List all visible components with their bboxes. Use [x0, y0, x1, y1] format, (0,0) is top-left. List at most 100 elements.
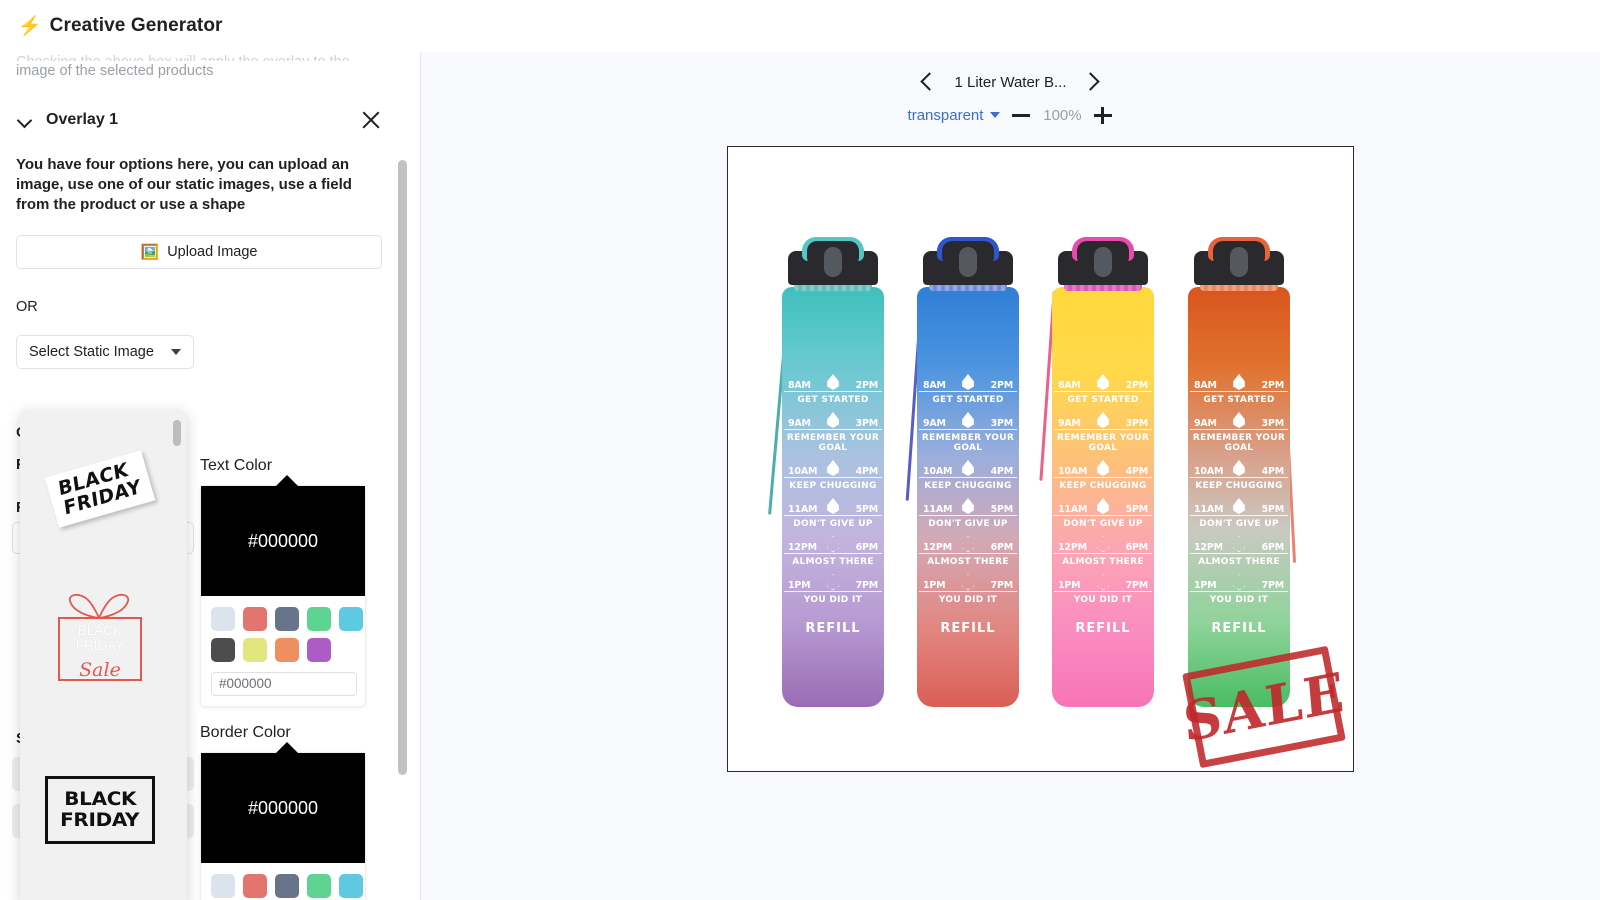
select-static-image-dropdown[interactable]: Select Static Image: [16, 335, 194, 369]
water-drop-icon: [1233, 412, 1245, 428]
bottle-time-markings: 8AM 2PM GET STARTED 9AM 3PM REMEMBER YOUR …: [1190, 374, 1288, 636]
preview-canvas[interactable]: 8AM 2PM GET STARTED 9AM 3PM REMEMBER YOUR …: [727, 146, 1354, 772]
mark-right: 2PM: [1261, 380, 1285, 391]
water-drop-icon: [1233, 460, 1245, 476]
static-image-option-black-friday-gift[interactable]: BLACK FRIDAY Sale: [20, 573, 180, 723]
swatch-red[interactable]: [243, 607, 267, 631]
static-image-option-black-friday-boxed[interactable]: BLACK FRIDAY: [20, 735, 180, 885]
overlay-hint-line2: image of the selected products: [16, 63, 214, 79]
mark-left: 10AM: [923, 466, 953, 477]
static-image-option-black-friday-tag[interactable]: BLACK FRIDAY: [20, 416, 180, 561]
water-drop-icon: [1097, 536, 1109, 552]
overlay-description: You have four options here, you can uplo…: [16, 156, 352, 213]
swatch-slate[interactable]: [275, 874, 299, 898]
select-static-image-label: Select Static Image: [29, 344, 154, 360]
mark-right: 3PM: [855, 418, 879, 429]
mark-caption: ALMOST THERE: [1198, 557, 1280, 567]
zoom-in-button[interactable]: [1093, 105, 1113, 125]
mark-left: 10AM: [1194, 466, 1224, 477]
swatch-red[interactable]: [243, 874, 267, 898]
swatch-dark-gray[interactable]: [211, 638, 235, 662]
mark-caption: REMEMBER YOUR GOAL: [786, 433, 880, 453]
color-card-pointer: [275, 475, 299, 487]
mark-caption: YOU DID IT: [1073, 595, 1133, 605]
border-color-label: Border Color: [200, 724, 291, 741]
border-color-preview[interactable]: #000000: [201, 753, 365, 863]
bottle-latch: [959, 247, 977, 277]
mark-left: 12PM: [788, 542, 817, 553]
bottle-time-markings: 8AM 2PM GET STARTED 9AM 3PM REMEMBER YOUR …: [919, 374, 1017, 636]
mark-right: 7PM: [1125, 580, 1149, 591]
mark-caption: GET STARTED: [932, 395, 1004, 405]
chevron-left-icon[interactable]: [917, 70, 939, 94]
preview-product-nav: 1 Liter Water B...: [421, 67, 1600, 97]
mark-caption: DON'T GIVE UP: [928, 519, 1008, 529]
text-color-swatches: [201, 596, 365, 662]
upload-image-button[interactable]: 🖼️ Upload Image: [16, 235, 382, 269]
mark-right: 3PM: [1261, 418, 1285, 429]
zoom-out-button[interactable]: [1011, 105, 1031, 125]
mark-left: 12PM: [1058, 542, 1087, 553]
text-color-preview[interactable]: #000000: [201, 486, 365, 596]
close-icon[interactable]: [358, 107, 384, 133]
swatch-light-blue[interactable]: [211, 607, 235, 631]
preview-toolbar: transparent 100%: [421, 102, 1600, 128]
mark-right: 7PM: [990, 580, 1014, 591]
settings-panel-scrollbar[interactable]: [398, 160, 407, 775]
swatch-orange[interactable]: [275, 638, 299, 662]
mark-left: 8AM: [788, 380, 811, 391]
water-drop-icon: [827, 498, 839, 514]
mark-left: 11AM: [1058, 504, 1088, 515]
text-color-hex-input[interactable]: #000000: [211, 672, 357, 696]
mark-right: 2PM: [990, 380, 1014, 391]
swatch-green[interactable]: [307, 607, 331, 631]
page-title: Creative Generator: [49, 15, 223, 36]
water-drop-icon: [1233, 536, 1245, 552]
refill-label: REFILL: [940, 621, 996, 636]
swatch-green[interactable]: [307, 874, 331, 898]
overlay-hint-clipped: Checking the above box will apply the ov…: [16, 52, 384, 61]
swatch-slate[interactable]: [275, 607, 299, 631]
water-drop-icon: [827, 574, 839, 590]
overlay-section-header[interactable]: Overlay 1: [16, 107, 384, 133]
water-bottle-yellow-pink: 8AM 2PM GET STARTED 9AM 3PM REMEMBER YOUR …: [1039, 229, 1162, 709]
water-drop-icon: [962, 412, 974, 428]
gift-bow-icon: [68, 593, 130, 619]
mark-left: 10AM: [1058, 466, 1088, 477]
swatch-purple[interactable]: [307, 638, 331, 662]
app-header: ⚡ Creative Generator: [0, 0, 1600, 52]
mark-caption: KEEP CHUGGING: [1195, 481, 1283, 491]
mark-right: 6PM: [990, 542, 1014, 553]
chevron-right-icon[interactable]: [1082, 70, 1104, 94]
text-color-card: #000000 #000000: [200, 475, 366, 707]
mark-right: 4PM: [990, 466, 1014, 477]
gift-line-2: FRIDAY: [75, 638, 125, 653]
mark-left: 10AM: [788, 466, 818, 477]
creative-generator-app: ⚡ Creative Generator Checking the above …: [0, 0, 1600, 900]
overlay-title: Overlay 1: [46, 111, 119, 128]
chevron-down-icon[interactable]: [16, 111, 34, 129]
refill-mark: REFILL: [1054, 617, 1152, 636]
swatch-light-blue[interactable]: [211, 874, 235, 898]
mark-right: 3PM: [990, 418, 1014, 429]
refill-label: REFILL: [1211, 621, 1267, 636]
swatch-yellow[interactable]: [243, 638, 267, 662]
mark-left: 12PM: [923, 542, 952, 553]
water-drop-icon: [827, 460, 839, 476]
swatch-cyan[interactable]: [339, 607, 363, 631]
swatch-cyan[interactable]: [339, 874, 363, 898]
mark-left: 9AM: [1194, 418, 1217, 429]
settings-panel: Checking the above box will apply the ov…: [0, 52, 412, 900]
water-drop-icon: [1233, 574, 1245, 590]
water-drop-icon: [1097, 412, 1109, 428]
background-select[interactable]: transparent: [908, 107, 1001, 124]
water-bottle-teal-purple: 8AM 2PM GET STARTED 9AM 3PM REMEMBER YOUR …: [768, 229, 892, 709]
bottle-time-markings: 8AM 2PM GET STARTED 9AM 3PM REMEMBER YOUR …: [1054, 374, 1152, 636]
water-bottle-blue-red: 8AM 2PM GET STARTED 9AM 3PM REMEMBER YOUR …: [905, 229, 1027, 709]
refill-label: REFILL: [1075, 621, 1131, 636]
gift-line-1: BLACK: [77, 623, 123, 638]
mark-right: 2PM: [1125, 380, 1149, 391]
mark-left: 11AM: [1194, 504, 1224, 515]
water-drop-icon: [962, 498, 974, 514]
black-friday-gift-sale: BLACK FRIDAY Sale: [44, 593, 156, 703]
